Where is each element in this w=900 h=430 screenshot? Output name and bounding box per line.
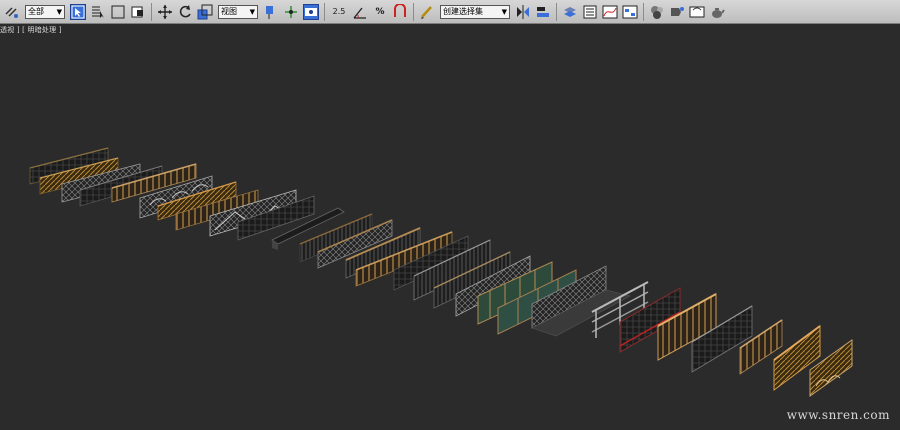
- render-setup-button[interactable]: [669, 4, 685, 20]
- scene-explorer-button[interactable]: [582, 4, 598, 20]
- angle-snap-button[interactable]: [352, 4, 368, 20]
- layer-manager-button[interactable]: [562, 4, 578, 20]
- reference-coord-value: 视图: [221, 7, 237, 16]
- curve-editor-button[interactable]: [602, 4, 618, 20]
- separator: [151, 2, 152, 21]
- main-toolbar: 全部 ▼ 视图 ▼ 2.5 % 创建选择集 ▼: [0, 0, 900, 24]
- render-frame-icon: [689, 6, 705, 17]
- scale-icon: [197, 4, 213, 19]
- rect-region-button[interactable]: [110, 4, 126, 20]
- rotate-button[interactable]: [177, 4, 193, 20]
- pivot-icon: [266, 5, 273, 19]
- chevron-down-icon: ▼: [501, 7, 507, 16]
- angle-snap-icon: [353, 7, 366, 19]
- chevron-down-icon: ▼: [56, 7, 62, 16]
- keyboard-shortcut-toggle[interactable]: [303, 3, 319, 20]
- mirror-icon: [517, 4, 529, 19]
- rotate-icon: [179, 4, 191, 17]
- separator: [413, 2, 414, 21]
- list-select-icon: [92, 6, 104, 18]
- separator: [556, 2, 557, 21]
- spinner-snap-button[interactable]: [392, 3, 408, 20]
- viewport-label[interactable]: 透视 ] [ 明暗处理 ]: [0, 25, 62, 35]
- schematic-icon: [622, 5, 638, 18]
- snap-toggle-button[interactable]: 2.5: [330, 4, 348, 20]
- separator: [324, 2, 325, 21]
- snap-value: 2.5: [332, 7, 346, 16]
- watermark: www.snren.com: [786, 408, 890, 422]
- mirror-button[interactable]: [515, 4, 531, 20]
- reference-coord-dropdown[interactable]: 视图 ▼: [218, 4, 258, 19]
- window-crossing-icon: [131, 6, 143, 17]
- scale-button[interactable]: [197, 4, 213, 20]
- render-button[interactable]: [709, 4, 725, 20]
- perspective-viewport[interactable]: [0, 36, 900, 430]
- schematic-view-button[interactable]: [622, 4, 638, 20]
- manipulate-icon: [285, 5, 297, 18]
- selection-filter-value: 全部: [28, 7, 44, 16]
- select-manipulate-button[interactable]: [283, 4, 299, 20]
- edit-selection-icon: [421, 5, 432, 19]
- align-button[interactable]: [535, 4, 551, 20]
- railing-models-scene: [29, 147, 853, 397]
- link-icon[interactable]: [4, 4, 20, 20]
- window-crossing-button[interactable]: [130, 4, 146, 20]
- viewport-header: [0, 24, 900, 36]
- render-setup-icon: [671, 6, 684, 16]
- material-editor-icon: [651, 5, 663, 19]
- rectangle-select-icon: [111, 5, 125, 18]
- named-selection-placeholder: 创建选择集: [443, 7, 483, 16]
- named-selection-dropdown[interactable]: 创建选择集 ▼: [440, 4, 510, 19]
- select-object-button[interactable]: [70, 3, 86, 20]
- pivot-center-button[interactable]: [263, 4, 279, 20]
- select-by-name-button[interactable]: [90, 4, 106, 20]
- move-icon: [158, 4, 172, 19]
- align-icon: [537, 6, 549, 17]
- render-frame-button[interactable]: [689, 4, 705, 20]
- select-arrow-icon: [71, 5, 85, 18]
- teapot-icon: [712, 7, 725, 18]
- selection-filter-dropdown[interactable]: 全部 ▼: [25, 4, 65, 19]
- spinner-snap-icon: [394, 3, 406, 17]
- percent-label: %: [375, 6, 385, 17]
- layers-icon: [564, 6, 576, 17]
- move-button[interactable]: [157, 4, 173, 20]
- curve-editor-icon: [602, 5, 618, 18]
- keyboard-icon: [305, 7, 317, 16]
- separator: [643, 2, 644, 21]
- percent-snap-button[interactable]: %: [372, 4, 388, 20]
- material-editor-button[interactable]: [649, 4, 665, 20]
- scene-explorer-icon: [583, 5, 597, 18]
- chevron-down-icon: ▼: [249, 7, 255, 16]
- edit-named-selection-button[interactable]: [419, 4, 435, 20]
